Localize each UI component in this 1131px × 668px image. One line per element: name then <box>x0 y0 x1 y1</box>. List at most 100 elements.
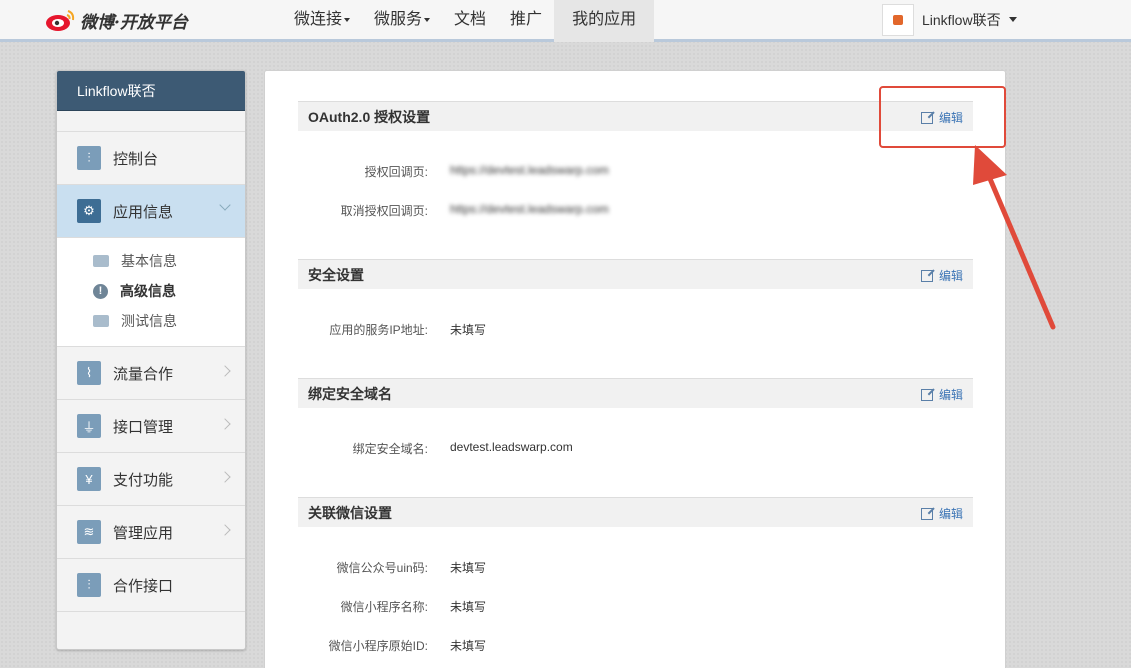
sidebar-item-label: 管理应用 <box>113 524 174 542</box>
field-row: 绑定安全域名: devtest.leadswarp.com <box>298 440 973 460</box>
sidebar-sublist: 基本信息 ! 高级信息 测试信息 <box>57 238 245 347</box>
app-logo-icon <box>893 14 903 25</box>
field-value: 未填写 <box>450 600 487 614</box>
sidebar-item-label: 流量合作 <box>113 365 174 383</box>
field-label: 绑定安全域名: <box>352 442 428 456</box>
edit-button[interactable]: 编辑 <box>920 505 963 522</box>
card-icon <box>93 255 109 267</box>
edit-icon <box>920 269 933 282</box>
field-row: 微信小程序名称: 未填写 <box>298 598 973 618</box>
field-label: 微信公众号uin码: <box>336 561 428 575</box>
section-domain: 绑定安全域名 编辑 绑定安全域名: devtest.leadswarp.com <box>298 378 973 456</box>
section-title: 关联微信设置 <box>308 504 392 521</box>
sidebar-item-label: 应用信息 <box>113 203 174 221</box>
sidebar-subitem-advanced-info[interactable]: ! 高级信息 <box>93 276 245 306</box>
nav-weifuwu[interactable]: 微服务 <box>362 0 442 42</box>
sidebar: Linkflow联否 ⫶ 控制台 ⚙ 应用信息 基本信息 ! 高级信息 测试信息… <box>56 70 246 650</box>
field-label: 授权回调页: <box>364 165 428 179</box>
edit-label: 编辑 <box>938 388 963 402</box>
sidebar-subitem-basic-info[interactable]: 基本信息 <box>93 246 245 276</box>
edit-label: 编辑 <box>938 507 963 521</box>
annotation-arrow-icon <box>973 145 1056 330</box>
field-value: https://devtest.leadswarp.com <box>450 163 609 177</box>
yen-icon: ¥ <box>77 467 101 491</box>
annotation-highlight-box <box>879 86 1006 148</box>
section-header: 安全设置 编辑 <box>298 259 973 289</box>
weibo-logo[interactable]: 微博·开放平台 <box>44 6 188 34</box>
field-label: 应用的服务IP地址: <box>329 323 428 337</box>
sidebar-item-label: 接口管理 <box>113 418 174 436</box>
chevron-down-icon <box>219 199 231 211</box>
caret-down-icon <box>424 17 431 22</box>
section-security: 安全设置 编辑 应用的服务IP地址: 未填写 <box>298 259 973 337</box>
id-card-icon <box>93 315 109 327</box>
sidebar-item-partner-api[interactable]: ⫶ 合作接口 <box>57 559 245 612</box>
nav-label: 文档 <box>454 11 487 28</box>
nav-label: 微服务 <box>374 11 423 28</box>
sidebar-subitem-label: 基本信息 <box>121 253 177 269</box>
chevron-right-icon <box>219 418 231 430</box>
layers-icon: ≋ <box>77 520 101 544</box>
field-label: 微信小程序原始ID: <box>328 639 428 653</box>
edit-label: 编辑 <box>938 269 963 283</box>
nav-weilianjie[interactable]: 微连接 <box>282 0 362 42</box>
sliders-icon: ⫶ <box>77 146 101 170</box>
section-wechat: 关联微信设置 编辑 微信公众号uin码: 未填写 微信小程序名称: 未填写 微信… <box>298 497 973 653</box>
sidebar-subitem-label: 高级信息 <box>120 283 176 299</box>
sidebar-spacer <box>57 111 245 132</box>
avatar <box>882 3 914 36</box>
field-value: 未填写 <box>450 561 487 575</box>
field-row: 取消授权回调页: https://devtest.leadswarp.com <box>298 202 973 222</box>
section-title: 安全设置 <box>308 266 364 283</box>
edit-icon <box>920 388 933 401</box>
sidebar-item-label: 合作接口 <box>113 577 174 595</box>
sidebar-item-label: 支付功能 <box>113 471 174 489</box>
caret-down-icon <box>1008 17 1017 22</box>
field-row: 授权回调页: https://devtest.leadswarp.com <box>298 163 973 183</box>
field-row: 微信公众号uin码: 未填写 <box>298 559 973 579</box>
edit-button[interactable]: 编辑 <box>920 386 963 403</box>
nav-label: 推广 <box>510 11 543 28</box>
field-label: 取消授权回调页: <box>340 204 428 218</box>
field-value: 未填写 <box>450 323 487 337</box>
sidebar-item-traffic[interactable]: ⌇ 流量合作 <box>57 347 245 400</box>
plug-icon: ⏚ <box>77 414 101 438</box>
sidebar-item-console[interactable]: ⫶ 控制台 <box>57 132 245 185</box>
user-menu[interactable]: Linkflow联否 <box>882 3 1017 36</box>
nav-my-apps[interactable]: 我的应用 <box>554 0 655 42</box>
caret-down-icon <box>344 17 351 22</box>
section-header: 绑定安全域名 编辑 <box>298 378 973 408</box>
chevron-right-icon <box>219 365 231 377</box>
logo-text: 微博·开放平台 <box>80 12 188 33</box>
sidebar-item-api[interactable]: ⏚ 接口管理 <box>57 400 245 453</box>
sidebar-item-payment[interactable]: ¥ 支付功能 <box>57 453 245 506</box>
gear-icon: ⚙ <box>77 199 101 223</box>
section-oauth: OAuth2.0 授权设置 编辑 授权回调页: https://devtest.… <box>298 101 973 218</box>
section-title: OAuth2.0 授权设置 <box>308 108 431 125</box>
sliders-icon: ⫶ <box>77 573 101 597</box>
nav-promotion[interactable]: 推广 <box>498 0 554 42</box>
sidebar-title: Linkflow联否 <box>57 71 245 111</box>
nav-docs[interactable]: 文档 <box>442 0 498 42</box>
main-nav: 微连接 微服务 文档 推广 我的应用 <box>282 0 655 42</box>
nav-label: 我的应用 <box>572 11 637 28</box>
chevron-right-icon <box>219 471 231 483</box>
field-label: 微信小程序名称: <box>340 600 428 614</box>
weibo-eye-icon <box>46 10 75 31</box>
sidebar-subitem-label: 测试信息 <box>121 313 177 329</box>
user-name: Linkflow联否 <box>922 11 1001 28</box>
field-value: https://devtest.leadswarp.com <box>450 202 609 216</box>
chart-icon: ⌇ <box>77 361 101 385</box>
top-navbar: 微博·开放平台 微连接 微服务 文档 推广 我的应用 Linkflow联否 <box>0 0 1131 42</box>
sidebar-item-manage-app[interactable]: ≋ 管理应用 <box>57 506 245 559</box>
nav-label: 微连接 <box>294 11 343 28</box>
sidebar-item-app-info[interactable]: ⚙ 应用信息 <box>57 185 245 238</box>
section-title: 绑定安全域名 <box>308 385 392 402</box>
edit-icon <box>920 507 933 520</box>
chevron-right-icon <box>219 524 231 536</box>
sidebar-subitem-test-info[interactable]: 测试信息 <box>93 306 245 336</box>
edit-button[interactable]: 编辑 <box>920 267 963 284</box>
main-panel: OAuth2.0 授权设置 编辑 授权回调页: https://devtest.… <box>264 70 1006 668</box>
section-header: 关联微信设置 编辑 <box>298 497 973 527</box>
sidebar-item-label: 控制台 <box>113 150 159 168</box>
